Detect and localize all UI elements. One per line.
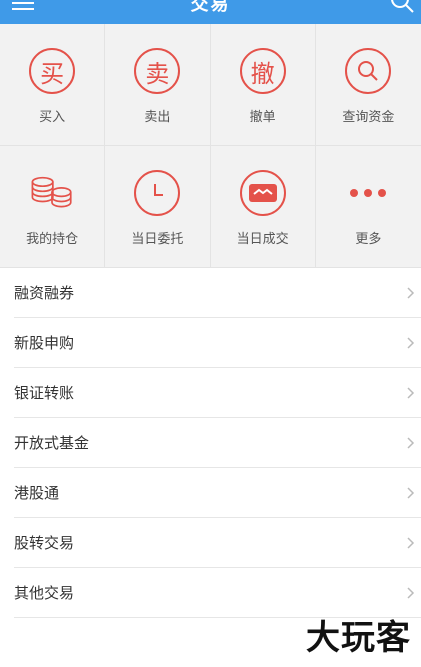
chevron-right-icon	[407, 386, 415, 399]
chevron-right-icon	[407, 536, 415, 549]
grid-item-label: 查询资金	[342, 110, 395, 125]
list-item-label: 股转交易	[14, 534, 75, 552]
list-item-label: 融资融券	[14, 284, 75, 302]
list-item-label: 开放式基金	[14, 434, 90, 452]
list-item-open-fund[interactable]: 开放式基金	[14, 418, 421, 468]
list-item-label: 港股通	[14, 484, 60, 502]
trade-menu-list: 融资融券 新股申购 银证转账 开放式基金 港股通 股转交易 其他交易	[0, 268, 421, 618]
list-item-label: 其他交易	[14, 584, 75, 602]
list-item-bank-transfer[interactable]: 银证转账	[14, 368, 421, 418]
watermark-logo: 大玩客	[306, 618, 411, 658]
grid-item-label: 当日成交	[236, 232, 289, 247]
list-item-hk-connect[interactable]: 港股通	[14, 468, 421, 518]
more-dots-icon	[345, 170, 391, 216]
grid-item-label: 我的持仓	[26, 232, 79, 247]
chevron-right-icon	[407, 436, 415, 449]
grid-item-label: 撤单	[249, 110, 276, 125]
grid-item-more[interactable]: 更多	[315, 146, 421, 268]
grid-item-buy[interactable]: 买 买入	[0, 24, 106, 146]
list-item-label: 新股申购	[14, 334, 75, 352]
grid-item-label: 买入	[39, 110, 66, 125]
cancel-order-icon: 撤	[239, 48, 286, 94]
chevron-right-icon	[407, 336, 415, 349]
sell-icon: 卖	[134, 48, 181, 94]
trade-function-grid: 买 买入 卖 卖出 撤 撤单 查询资金 我的持仓 当日委托 当日成交 更多	[0, 24, 421, 268]
app-header: 交易	[0, 0, 421, 24]
list-item-label: 银证转账	[14, 384, 75, 402]
list-item-ipo-subscription[interactable]: 新股申购	[14, 318, 421, 368]
clock-icon	[134, 170, 181, 216]
grid-item-label: 当日委托	[131, 232, 184, 247]
search-icon[interactable]	[389, 0, 415, 14]
page-title: 交易	[190, 0, 231, 15]
grid-item-label: 更多	[355, 232, 382, 247]
handshake-icon	[239, 170, 286, 216]
grid-item-my-positions[interactable]: 我的持仓	[0, 146, 106, 268]
magnifier-icon	[345, 48, 392, 94]
grid-item-cancel-order[interactable]: 撤 撤单	[210, 24, 316, 146]
chevron-right-icon	[407, 286, 415, 299]
coins-icon	[29, 170, 75, 216]
grid-item-today-orders[interactable]: 当日委托	[105, 146, 211, 268]
grid-item-query-funds[interactable]: 查询资金	[315, 24, 421, 146]
list-item-share-transfer[interactable]: 股转交易	[14, 518, 421, 568]
grid-item-today-deals[interactable]: 当日成交	[210, 146, 316, 268]
chevron-right-icon	[407, 486, 415, 499]
chevron-right-icon	[407, 586, 415, 599]
list-item-margin-trading[interactable]: 融资融券	[14, 268, 421, 318]
buy-icon: 买	[29, 48, 76, 94]
grid-item-sell[interactable]: 卖 卖出	[105, 24, 211, 146]
grid-item-label: 卖出	[144, 110, 171, 125]
